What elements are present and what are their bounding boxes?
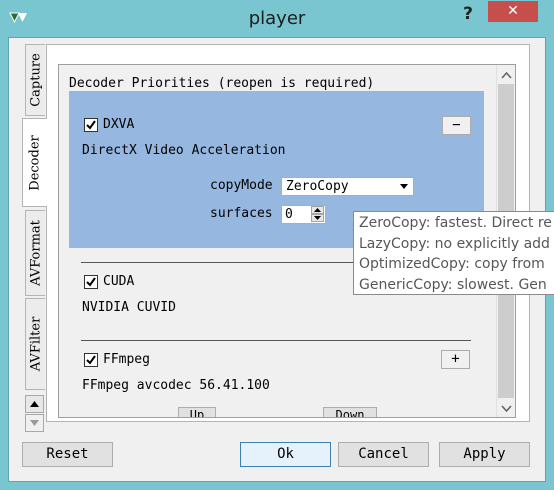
tab-scroll-down-button[interactable] [25, 414, 44, 432]
ffmpeg-checkbox[interactable] [84, 353, 98, 367]
tab-capture[interactable]: Capture [25, 44, 45, 116]
copymode-select[interactable]: ZeroCopy [281, 177, 414, 196]
up-button[interactable]: Up [178, 407, 216, 417]
dxva-label: DXVA [103, 117, 135, 132]
down-button[interactable]: Down [323, 407, 377, 417]
tab-label: Decoder [27, 134, 43, 191]
chevron-down-icon [400, 184, 408, 189]
tooltip-line: LazyCopy: no explicitly add [359, 235, 550, 252]
tooltip-line: OptimizedCopy: copy from [359, 256, 545, 272]
dxva-collapse-button[interactable]: − [442, 116, 471, 135]
apply-button[interactable]: Apply [439, 442, 530, 467]
scroll-up-button[interactable] [499, 68, 514, 83]
cuda-label: CUDA [103, 274, 135, 289]
tab-label: Capture [28, 53, 43, 107]
scroll-down-button[interactable] [499, 401, 514, 416]
surfaces-label: surfaces [210, 206, 273, 221]
cuda-description: NVIDIA CUVID [82, 300, 176, 315]
arrow-up-icon [314, 208, 321, 212]
spin-up-button[interactable] [311, 206, 324, 214]
ffmpeg-expand-button[interactable]: + [441, 350, 470, 369]
tab-label: AVFilter [28, 316, 43, 372]
help-button[interactable]: ? [453, 2, 483, 26]
surfaces-spinbox[interactable]: 0 [281, 205, 326, 224]
tab-decoder[interactable]: Decoder [22, 118, 47, 207]
decoder-priorities-title: Decoder Priorities (reopen is required) [69, 76, 375, 91]
dxva-description: DirectX Video Acceleration [82, 143, 286, 158]
chevron-up-icon [501, 71, 512, 79]
reset-button[interactable]: Reset [22, 442, 113, 467]
tab-avfilter[interactable]: AVFilter [25, 298, 45, 390]
ok-button[interactable]: Ok [240, 442, 331, 467]
ffmpeg-description: FFmpeg avcodec 56.41.100 [82, 378, 270, 393]
chevron-down-icon [501, 405, 512, 413]
arrow-down-icon [314, 216, 321, 220]
divider [81, 340, 471, 341]
cancel-button[interactable]: Cancel [338, 442, 429, 467]
copymode-value: ZeroCopy [286, 179, 349, 194]
surfaces-value: 0 [285, 207, 293, 222]
tab-avformat[interactable]: AVFormat [25, 210, 45, 296]
close-button[interactable]: ✕ [488, 1, 538, 22]
arrow-down-icon [30, 420, 39, 426]
copymode-label: copyMode [210, 178, 273, 193]
checkmark-icon [86, 355, 96, 365]
arrow-up-icon [30, 401, 39, 407]
ffmpeg-label: FFmpeg [103, 352, 150, 367]
tab-scroll-up-button[interactable] [25, 395, 44, 413]
tooltip-line: ZeroCopy: fastest. Direct re [359, 215, 552, 231]
tab-label: AVFormat [28, 220, 43, 286]
cuda-checkbox[interactable] [84, 275, 98, 289]
checkmark-icon [86, 120, 96, 130]
copymode-tooltip: ZeroCopy: fastest. Direct re LazyCopy: n… [353, 211, 554, 295]
spin-down-button[interactable] [311, 214, 324, 222]
checkmark-icon [86, 277, 96, 287]
dxva-checkbox[interactable] [84, 118, 98, 132]
tooltip-line: GenericCopy: slowest. Gen [359, 276, 547, 293]
